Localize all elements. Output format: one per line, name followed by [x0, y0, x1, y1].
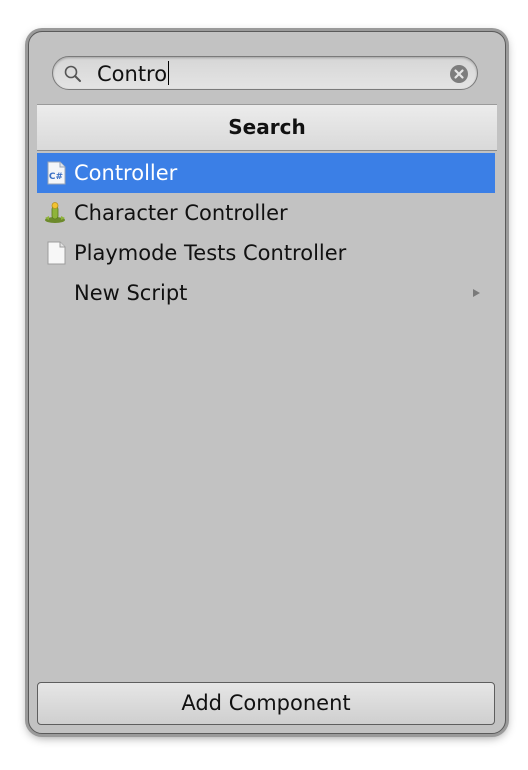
add-component-popup: Contro Search C# Controller Character Co… [28, 31, 506, 734]
search-header: Search [37, 104, 497, 151]
search-value: Contro [97, 62, 168, 86]
list-item-character-controller[interactable]: Character Controller [37, 193, 495, 233]
search-icon [64, 65, 81, 82]
document-icon [47, 241, 66, 265]
list-item-label: Playmode Tests Controller [74, 241, 347, 265]
list-item-label: Controller [74, 161, 178, 185]
search-input[interactable]: Contro [52, 56, 478, 90]
list-item-label: Character Controller [74, 201, 288, 225]
search-text: Contro [97, 61, 170, 87]
text-caret [168, 61, 170, 85]
add-component-button[interactable]: Add Component [37, 682, 495, 725]
list-item-controller[interactable]: C# Controller [37, 153, 495, 193]
list-item-label: New Script [74, 281, 188, 305]
list-item-playmode-tests-controller[interactable]: Playmode Tests Controller [37, 233, 495, 273]
submenu-arrow-icon [473, 289, 480, 297]
list-item-new-script[interactable]: New Script [37, 273, 495, 313]
csharp-script-icon: C# [47, 161, 66, 185]
svg-text:C#: C# [49, 172, 63, 182]
character-controller-icon [45, 202, 65, 223]
results-list: C# Controller Character Controller Playm… [37, 153, 495, 313]
clear-icon[interactable] [449, 64, 469, 84]
popup-content: Contro Search C# Controller Character Co… [37, 40, 497, 726]
